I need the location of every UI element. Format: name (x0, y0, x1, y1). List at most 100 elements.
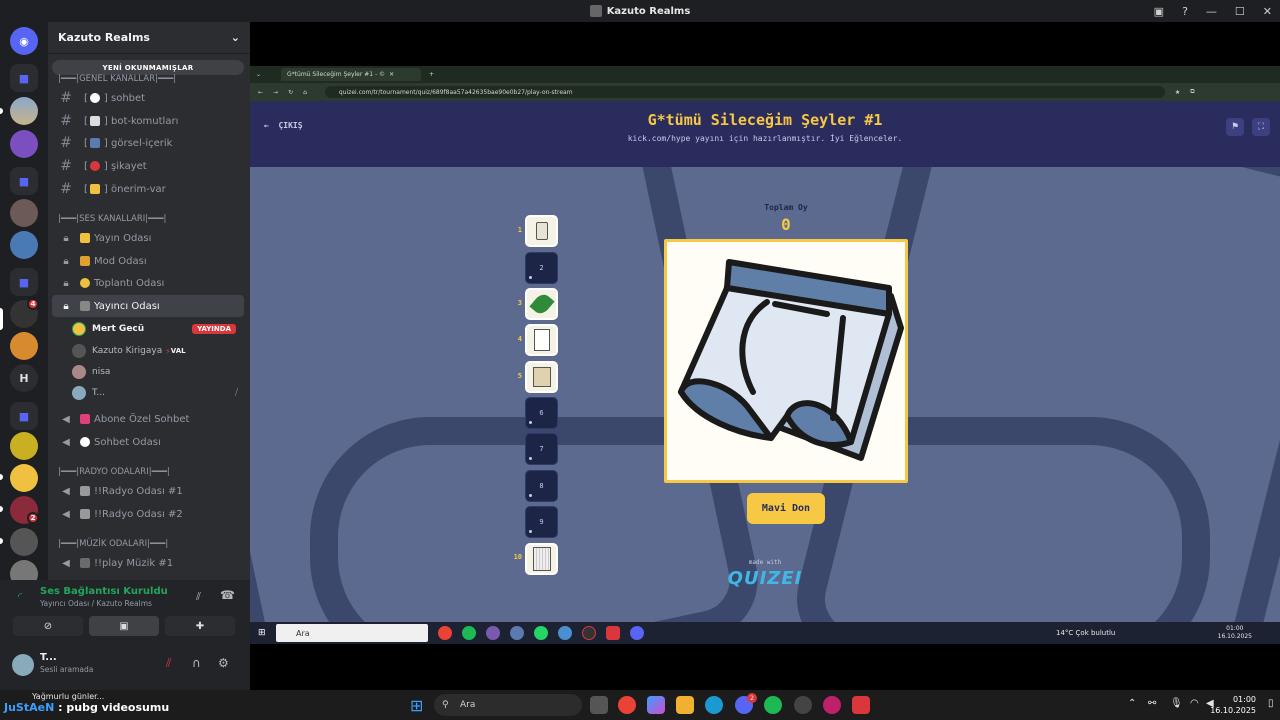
channel-onerim-var[interactable]: # [] önerim-var (52, 178, 244, 200)
gamepad-icon: ✚ (195, 620, 205, 632)
minimize-button[interactable]: — (1206, 5, 1217, 18)
slot-dot (529, 276, 532, 279)
live-badge: YAYINDA (192, 324, 236, 334)
channel-label: !!Radyo Odası #2 (94, 508, 183, 520)
app-icon[interactable] (852, 696, 870, 714)
spotify-icon[interactable] (764, 696, 782, 714)
noise-suppression-icon[interactable]: ⫽ (196, 590, 201, 604)
activities-button[interactable]: ✚ (165, 616, 235, 636)
guild-header[interactable]: Kazuto Realms ⌄ (48, 22, 250, 54)
channel-abone-ozel[interactable]: ◀ Abone Özel Sohbet (52, 408, 244, 430)
lock-icon: 🔒︎ (63, 232, 69, 244)
disconnect-icon[interactable]: ☎ (220, 588, 235, 602)
opera-icon[interactable] (823, 696, 841, 714)
channel-yayinci-odasi[interactable]: 🔒︎ Yayıncı Odası (52, 295, 244, 317)
close-button[interactable]: ✕ (1263, 5, 1272, 18)
server-folder-icon[interactable]: ■ (10, 402, 38, 430)
server-icon[interactable] (10, 332, 38, 360)
avatar[interactable] (12, 654, 34, 676)
bracket-close: ] (103, 92, 108, 104)
channel-muzik-1[interactable]: ◀ !!play Müzik #1 (52, 552, 244, 574)
mic-muted-icon[interactable]: ⫽ (166, 656, 171, 671)
edge-icon[interactable] (705, 696, 723, 714)
channel-toplanti-odasi[interactable]: 🔒︎ Toplantı Odası (52, 272, 244, 294)
network-icon[interactable]: ⚯ (1148, 698, 1156, 709)
inbox-icon[interactable]: ▣ (1154, 5, 1164, 18)
task-view-icon[interactable] (590, 696, 608, 714)
camera-off-button[interactable]: ⊘ (13, 616, 83, 636)
wifi-icon[interactable]: ◠ (1190, 698, 1199, 709)
voice-user-nisa[interactable]: nisa (72, 362, 242, 382)
file-explorer-icon[interactable] (676, 696, 694, 714)
voice-user-kazuto[interactable]: Kazuto Kirigaya ⚡ VAL (72, 341, 242, 361)
category-radio[interactable]: |━━━|RADYO ODALARI|━━━| (58, 467, 170, 477)
voice-user-self[interactable]: T... ⧸ (72, 383, 242, 403)
hash-icon: # (60, 181, 72, 197)
channel-mod-odasi[interactable]: 🔒︎ Mod Odası (52, 250, 244, 272)
headphones-icon[interactable]: ∩ (192, 656, 201, 670)
server-icon-h[interactable]: H (10, 364, 38, 392)
server-icon[interactable] (10, 528, 38, 556)
voice-status[interactable]: Ses Bağlantısı Kuruldu (40, 586, 168, 597)
maximize-button[interactable]: ☐ (1235, 5, 1245, 18)
voice-user-mert[interactable]: Mert Gecü YAYINDA (72, 319, 242, 339)
server-icon[interactable] (10, 199, 38, 227)
server-folder-icon[interactable]: ■ (10, 268, 38, 296)
app-icon[interactable] (794, 696, 812, 714)
server-avatar-icon (589, 5, 602, 17)
channel-sikayet[interactable]: # [] şikayet (52, 155, 244, 177)
new-unreads-banner[interactable]: YENİ OKUNMAMIŞLAR (52, 60, 244, 75)
slot-dot (529, 494, 532, 497)
taskbar-search[interactable]: ⚲ Ara (434, 694, 582, 716)
quizei-logo: QUIZEI (727, 568, 803, 589)
robot-icon (89, 116, 100, 126)
category-voice[interactable]: |━━━|SES KANALLARI|━━━| (58, 214, 166, 224)
slot-number: 10 (513, 553, 522, 561)
server-icon[interactable] (10, 464, 38, 492)
server-icon[interactable] (10, 130, 38, 158)
window-title-group: Kazuto Realms (589, 5, 690, 17)
mention-badge: 4 (27, 298, 39, 310)
chevron-up-icon[interactable]: ⌃ (1128, 698, 1136, 709)
server-icon[interactable] (10, 432, 38, 460)
account-name[interactable]: T... (40, 652, 57, 663)
news-widget[interactable]: Yağmurlu günler... JuStAeN : pubg videos… (4, 692, 169, 714)
category-music[interactable]: |━━━|MÜZİK ODALARI|━━━| (58, 539, 168, 549)
spotify-icon (462, 626, 476, 640)
stream-view[interactable]: ⌄ G*tümü Sileceğim Şeyler #1 - © ✕ + ← →… (250, 22, 1280, 690)
taskbar-clock[interactable]: 01:00 16.10.2025 (1210, 694, 1256, 716)
leaf-icon (528, 291, 555, 317)
channel-radyo-2[interactable]: ◀ !!Radyo Odası #2 (52, 503, 244, 525)
windows-start-icon: ⊞ (258, 628, 266, 638)
app-icon (582, 626, 596, 640)
gear-icon[interactable]: ⚙ (218, 656, 229, 670)
channel-gorsel-icerik[interactable]: # [] görsel-içerik (52, 132, 244, 154)
copilot-icon[interactable] (647, 696, 665, 714)
server-icon[interactable] (10, 231, 38, 259)
voice-location[interactable]: Yayıncı Odası / Kazuto Realms (40, 599, 152, 608)
discord-home-icon[interactable]: ◉ (10, 27, 38, 55)
channel-sohbet[interactable]: # [] sohbet (52, 87, 244, 109)
channel-bot-komutlari[interactable]: # [] bot-komutları (52, 110, 244, 132)
windows-start-icon[interactable]: ⊞ (410, 696, 423, 715)
microphone-icon[interactable]: 🎙︎ (1170, 698, 1183, 709)
window-controls: ▣ ? — ☐ ✕ (1154, 0, 1272, 22)
channel-yayin-odasi[interactable]: 🔒︎ Yayın Odası (52, 227, 244, 249)
angry-face-icon (89, 161, 100, 171)
radio-icon (80, 486, 90, 496)
chrome-icon[interactable] (618, 696, 636, 714)
help-icon[interactable]: ? (1182, 5, 1188, 18)
channel-sohbet-odasi[interactable]: ◀ Sohbet Odası (52, 431, 244, 453)
account-status: Sesli aramada (40, 665, 94, 674)
app-icon (510, 626, 524, 640)
taskbar-time: 01:00 (1232, 695, 1256, 704)
notifications-icon[interactable]: ▯ (1268, 698, 1274, 709)
server-folder-icon[interactable]: ■ (10, 167, 38, 195)
streamed-weather: 14°C Çok bulutlu (1056, 629, 1116, 637)
category-general[interactable]: |━━━|GENEL KANALLAR|━━━| (58, 74, 176, 84)
channel-radyo-1[interactable]: ◀ !!Radyo Odası #1 (52, 480, 244, 502)
screen-share-button[interactable]: ▣ (89, 616, 159, 636)
server-icon[interactable] (10, 97, 38, 125)
server-folder-icon[interactable]: ■ (10, 64, 38, 92)
signal-icon: ◜ (18, 590, 23, 603)
